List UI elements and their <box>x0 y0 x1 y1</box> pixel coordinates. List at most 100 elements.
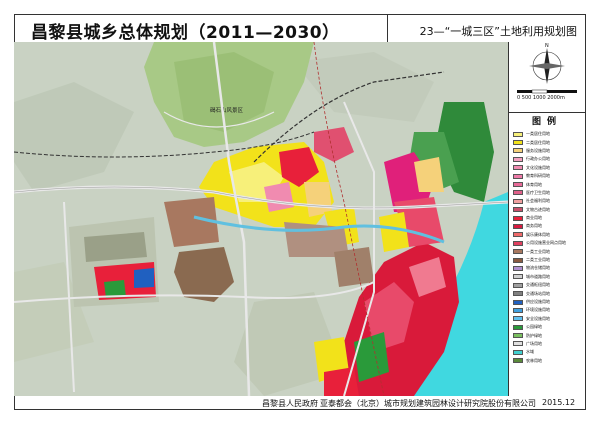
legend-item: 防护绿地 <box>513 331 585 339</box>
legend-item: 文化设施用地 <box>513 164 585 172</box>
legend-item: 文物古迹用地 <box>513 206 585 214</box>
legend-item: 教育科研用地 <box>513 172 585 180</box>
legend-label: 交通枢纽用地 <box>526 282 550 288</box>
sub-title: 23—“一城三区”土地利用规划图 <box>419 25 577 38</box>
legend-swatch <box>513 173 523 179</box>
legend-label: 供应设施用地 <box>526 299 550 304</box>
legend-swatch <box>513 324 523 330</box>
legend-label: 文化设施用地 <box>526 164 550 170</box>
legend-swatch <box>513 215 523 221</box>
legend-item: 公用设施营业网点用地 <box>513 239 585 247</box>
legend-label: 城市道路用地 <box>526 273 550 279</box>
legend-label: 娱乐康体用地 <box>526 231 550 237</box>
legend-item: 环境设施用地 <box>513 306 585 314</box>
footer-government: 昌黎县人民政府 <box>262 399 318 408</box>
legend-panel: N 0 500 1000 2000m 图例 一类居住用地 二类居住用地 服务设施用地… <box>508 42 585 396</box>
legend-swatch <box>513 223 523 229</box>
legend-item: 商务用地 <box>513 222 585 230</box>
land-use-map[interactable]: 碣石山风景区 <box>14 42 508 396</box>
map-canvas: 碣石山风景区 <box>14 42 508 396</box>
legend-item: 二类居住用地 <box>513 138 585 146</box>
legend-item: 社会福利用地 <box>513 197 585 205</box>
legend-label: 教育科研用地 <box>526 173 550 179</box>
legend-label: 二类居住用地 <box>526 139 550 145</box>
legend-label: 二类工业用地 <box>526 257 550 263</box>
legend-swatch <box>513 341 523 347</box>
legend-item: 二类工业用地 <box>513 256 585 264</box>
legend-item: 商业用地 <box>513 214 585 222</box>
legend-label: 一类工业用地 <box>526 248 550 254</box>
main-title: 昌黎县城乡总体规划（2011—2030） <box>31 23 340 43</box>
legend-swatch <box>513 207 523 213</box>
title-divider <box>387 15 388 43</box>
compass-icon: N <box>529 43 565 84</box>
legend-swatch <box>513 148 523 154</box>
legend-swatch <box>513 240 523 246</box>
legend-label: 商务用地 <box>526 223 542 229</box>
legend-label: 医疗卫生用地 <box>526 189 550 195</box>
legend-label: 水域 <box>526 349 534 355</box>
legend-swatch <box>513 156 523 162</box>
legend-swatch <box>513 232 523 238</box>
legend-swatch <box>513 190 523 196</box>
scale-label: 0 500 1000 2000m <box>517 95 565 101</box>
legend-label: 广场用地 <box>526 340 542 346</box>
legend-swatch <box>513 299 523 305</box>
mountain-label: 碣石山风景区 <box>210 106 244 114</box>
legend-item: 物流仓储用地 <box>513 264 585 272</box>
legend-item: 娱乐康体用地 <box>513 231 585 239</box>
legend-swatch <box>513 333 523 339</box>
west-district-blocks <box>84 232 147 262</box>
footer-date: 2015.12 <box>542 398 576 407</box>
legend-label: 防护绿地 <box>526 332 542 338</box>
legend-item: 安全设施用地 <box>513 315 585 323</box>
legend-swatch <box>513 358 523 364</box>
east-commercial <box>324 367 359 396</box>
legend-label: 物流仓储用地 <box>526 265 550 271</box>
footer-designer: 亚泰都会（北京）城市规划建筑园林设计研究院股份有限公司 <box>320 399 536 408</box>
legend-item: 农林用地 <box>513 357 585 365</box>
legend-item: 广场用地 <box>513 340 585 348</box>
legend-list: 一类居住用地 二类居住用地 服务设施用地行政办公用地 文化设施用地 教育科研用地 体育用地… <box>513 130 585 365</box>
legend-swatch <box>513 257 523 263</box>
legend-item: 行政办公用地 <box>513 155 585 163</box>
legend-label: 交通场站用地 <box>526 290 550 296</box>
legend-label: 服务设施用地 <box>526 147 550 153</box>
legend-item: 城市道路用地 <box>513 273 585 281</box>
legend-swatch <box>513 307 523 313</box>
legend-item: 一类工业用地 <box>513 247 585 255</box>
legend-label: 文物古迹用地 <box>526 206 550 212</box>
legend-label: 农林用地 <box>526 357 542 363</box>
legend-label: 公园绿地 <box>526 324 542 330</box>
legend-label: 体育用地 <box>526 181 542 187</box>
legend-item: 医疗卫生用地 <box>513 189 585 197</box>
legend-title: 图例 <box>531 117 562 127</box>
industrial-zone <box>334 247 374 287</box>
central-public <box>264 182 294 212</box>
north-east-services <box>414 157 444 192</box>
legend-swatch <box>513 316 523 322</box>
svg-text:N: N <box>545 43 549 49</box>
legend-item: 水域 <box>513 348 585 356</box>
legend-swatch <box>513 182 523 188</box>
legend-label: 商业用地 <box>526 215 542 221</box>
legend-label: 环境设施用地 <box>526 307 550 313</box>
legend-item: 交通场站用地 <box>513 289 585 297</box>
legend-swatch <box>513 165 523 171</box>
legend-item: 供应设施用地 <box>513 298 585 306</box>
legend-swatch <box>513 140 523 146</box>
legend-swatch <box>513 198 523 204</box>
legend-swatch <box>513 349 523 355</box>
legend-swatch <box>513 265 523 271</box>
legend-swatch <box>513 282 523 288</box>
legend-swatch <box>513 249 523 255</box>
legend-label: 安全设施用地 <box>526 315 550 321</box>
west-utility <box>134 268 154 288</box>
legend-item: 一类居住用地 <box>513 130 585 138</box>
legend-label: 社会福利用地 <box>526 198 550 204</box>
compass-box: N 0 500 1000 2000m <box>509 42 585 113</box>
legend-item: 服务设施用地 <box>513 147 585 155</box>
title-bar: 昌黎县城乡总体规划（2011—2030） 23—“一城三区”土地利用规划图 <box>15 15 585 44</box>
legend-label: 一类居住用地 <box>526 131 550 137</box>
legend-swatch <box>513 274 523 280</box>
